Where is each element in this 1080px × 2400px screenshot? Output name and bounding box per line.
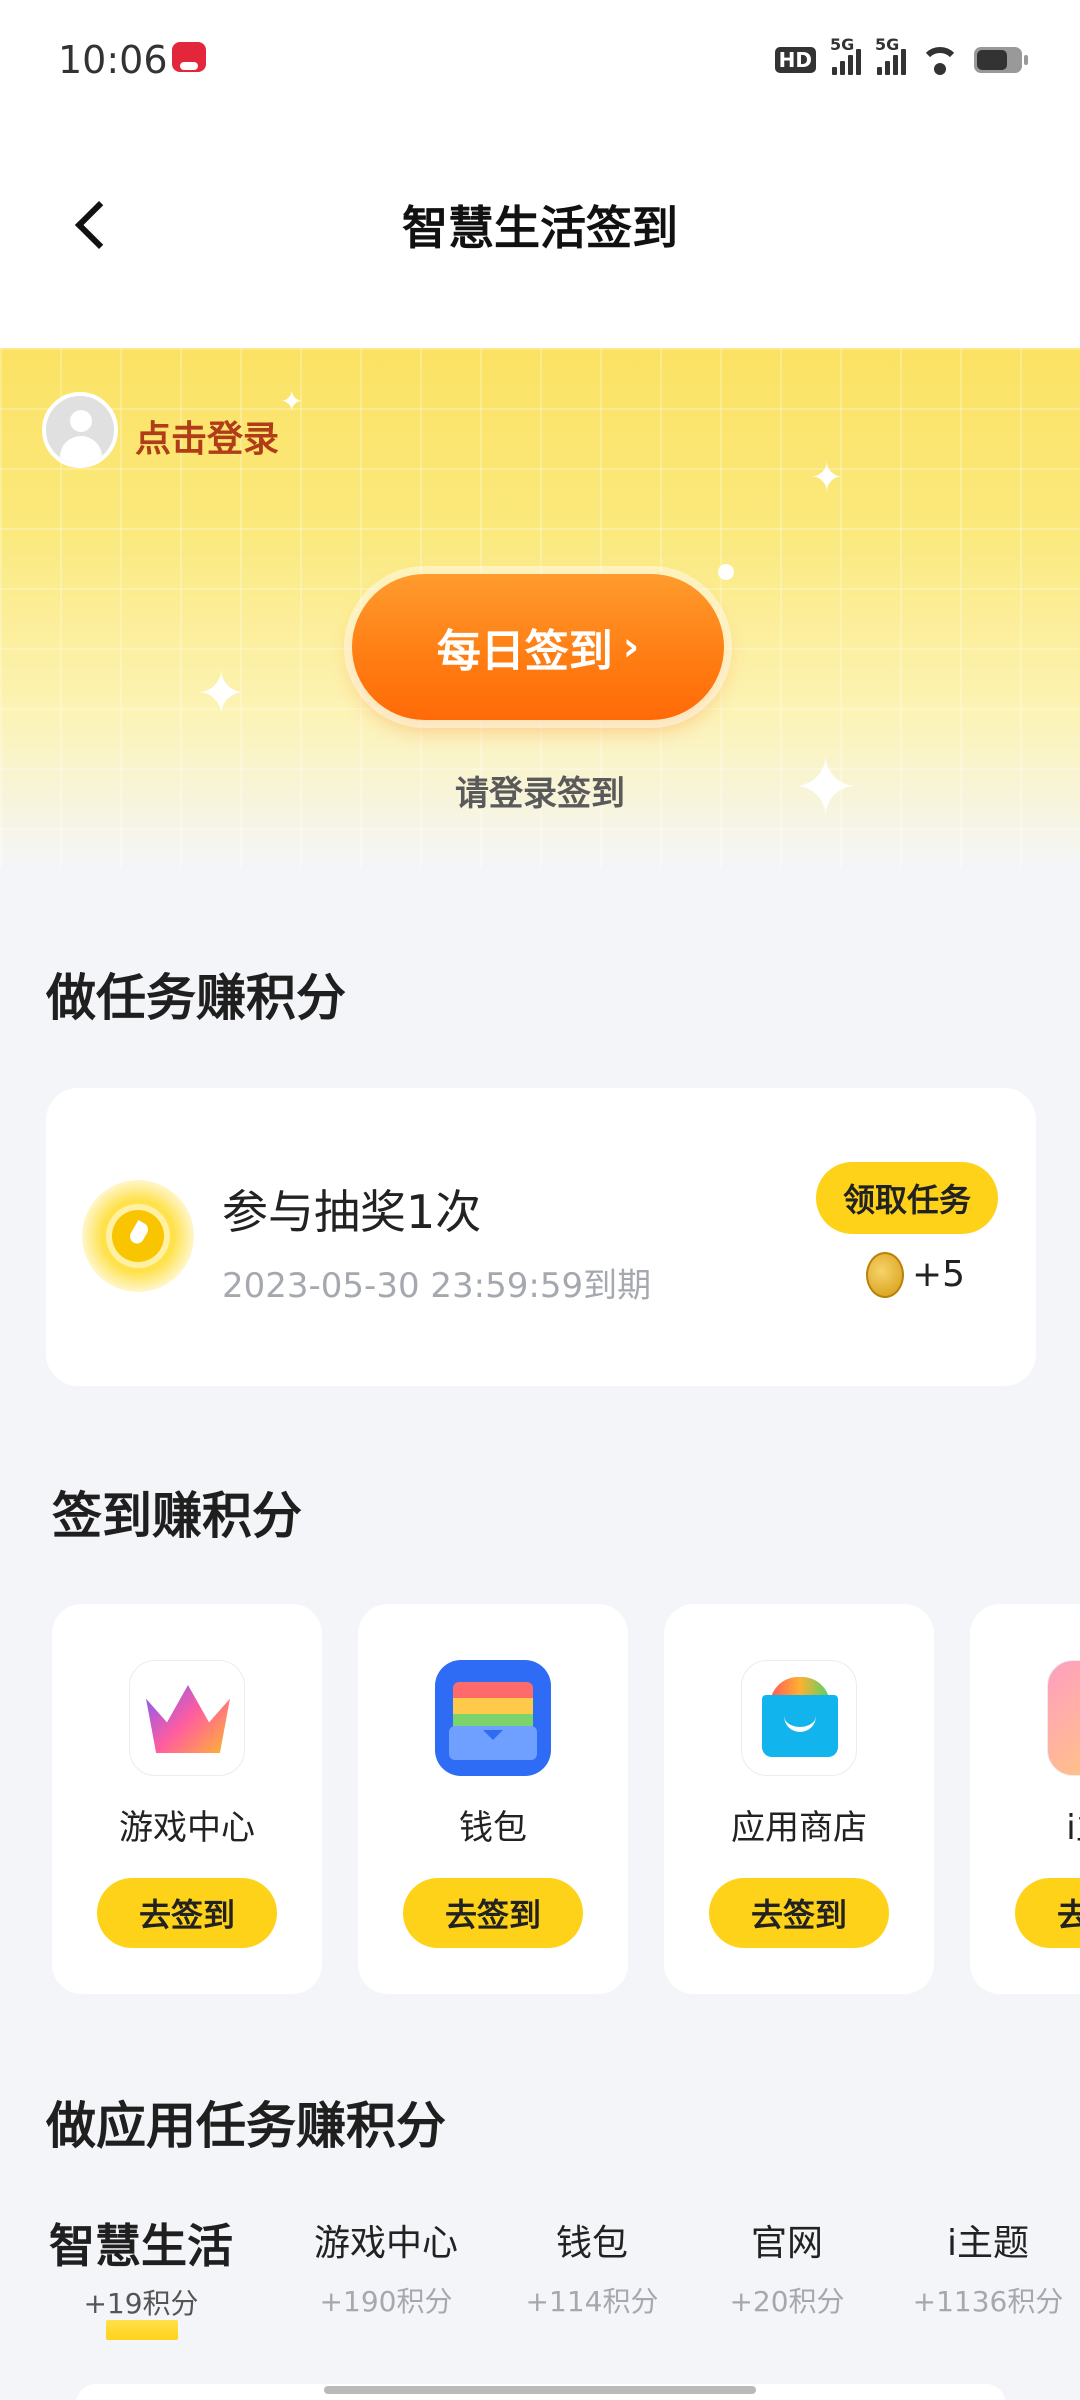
sparkle-icon: ✦ xyxy=(280,385,304,418)
network-type-label-2: 5G xyxy=(875,35,900,54)
tab-name: 游戏中心 xyxy=(313,2223,458,2264)
tab-points: +190积分 xyxy=(319,2285,453,2318)
signal-icon-2: 5G xyxy=(875,35,906,75)
avatar[interactable] xyxy=(42,392,118,468)
sparkle-dot xyxy=(718,564,734,580)
tab-wallet[interactable]: 钱包 +114积分 xyxy=(512,2214,672,2320)
login-hint: 请登录签到 xyxy=(455,774,625,814)
daily-checkin-button[interactable]: 每日签到 › xyxy=(352,574,724,720)
tab-game-center[interactable]: 游戏中心 +190积分 xyxy=(296,2214,476,2320)
task-card: 参与抽奖1次 2023-05-30 23:59:59到期 领取任务 +5 xyxy=(46,1088,1036,1386)
status-bar: 10:06 HD 5G 5G xyxy=(0,0,1080,120)
go-signin-button[interactable]: 去签到 xyxy=(97,1878,277,1948)
status-time: 10:06 xyxy=(58,38,168,82)
status-indicators: HD 5G 5G xyxy=(774,35,1028,80)
tab-points: +19积分 xyxy=(83,2287,199,2320)
theme-icon xyxy=(1047,1660,1080,1776)
chevron-right-icon: › xyxy=(622,624,640,670)
app-name: 钱包 xyxy=(459,1808,527,1848)
tab-smart-life[interactable]: 智慧生活 +19积分 xyxy=(46,2210,236,2322)
signin-section-title: 签到赚积分 xyxy=(52,1487,302,1545)
task-title: 参与抽奖1次 xyxy=(222,1185,482,1239)
go-signin-button[interactable]: 去签到 xyxy=(709,1878,889,1948)
coin-icon xyxy=(866,1252,904,1298)
battery-icon xyxy=(974,47,1028,73)
wallet-icon xyxy=(435,1660,551,1776)
active-tab-indicator xyxy=(106,2320,178,2340)
app-name: 游戏中心 xyxy=(119,1808,255,1848)
lottery-icon xyxy=(82,1180,194,1292)
tab-name: 智慧生活 xyxy=(49,2219,233,2273)
signin-card-wallet[interactable]: 钱包 去签到 xyxy=(358,1604,628,1994)
claim-task-button[interactable]: 领取任务 xyxy=(816,1162,998,1234)
home-indicator[interactable] xyxy=(324,2386,756,2394)
task-reward: +5 xyxy=(912,1254,966,1295)
sparkle-icon: ✦ xyxy=(810,455,844,501)
tab-points: +114积分 xyxy=(525,2285,659,2318)
tab-points: +1136积分 xyxy=(912,2285,1064,2318)
signal-icon-1: 5G xyxy=(830,35,861,75)
game-center-icon xyxy=(129,1660,245,1776)
tab-points: +20积分 xyxy=(729,2285,845,2318)
login-link[interactable]: 点击登录 xyxy=(135,410,279,462)
tasks-section-title: 做任务赚积分 xyxy=(46,969,346,1027)
network-type-label-1: 5G xyxy=(830,35,855,54)
hero-banner: ✦ ✦ ✦ ✦ 点击登录 每日签到 › 请登录签到 xyxy=(0,348,1080,868)
page-title: 智慧生活签到 xyxy=(402,201,678,255)
tab-theme[interactable]: i主题 +1136积分 xyxy=(900,2214,1076,2320)
wifi-icon xyxy=(920,45,960,75)
signin-card-theme[interactable]: i主题 去签到 xyxy=(970,1604,1080,1994)
signin-card-game-center[interactable]: 游戏中心 去签到 xyxy=(52,1604,322,1994)
tab-name: i主题 xyxy=(946,2223,1029,2264)
task-deadline: 2023-05-30 23:59:59到期 xyxy=(222,1266,652,1306)
go-signin-button[interactable]: 去签到 xyxy=(1015,1878,1080,1948)
nav-bar: 智慧生活签到 xyxy=(0,120,1080,348)
app-name: i主题 xyxy=(1066,1808,1080,1848)
sparkle-icon: ✦ xyxy=(196,659,247,729)
tab-name: 官网 xyxy=(750,2223,823,2264)
notification-app-icon xyxy=(172,42,206,72)
app-store-icon xyxy=(741,1660,857,1776)
app-name: 应用商店 xyxy=(731,1808,867,1848)
tab-name: 钱包 xyxy=(555,2223,628,2264)
page: 10:06 HD 5G 5G 智慧生活签到 ✦ ✦ ✦ ✦ 点击登录 每日签到 … xyxy=(0,0,1080,2400)
signin-card-app-store[interactable]: 应用商店 去签到 xyxy=(664,1604,934,1994)
go-signin-button[interactable]: 去签到 xyxy=(403,1878,583,1948)
hd-voice-icon: HD xyxy=(774,47,816,73)
app-tasks-section-title: 做应用任务赚积分 xyxy=(46,2097,446,2155)
daily-checkin-label: 每日签到 xyxy=(436,626,613,677)
tab-official-site[interactable]: 官网 +20积分 xyxy=(712,2214,862,2320)
